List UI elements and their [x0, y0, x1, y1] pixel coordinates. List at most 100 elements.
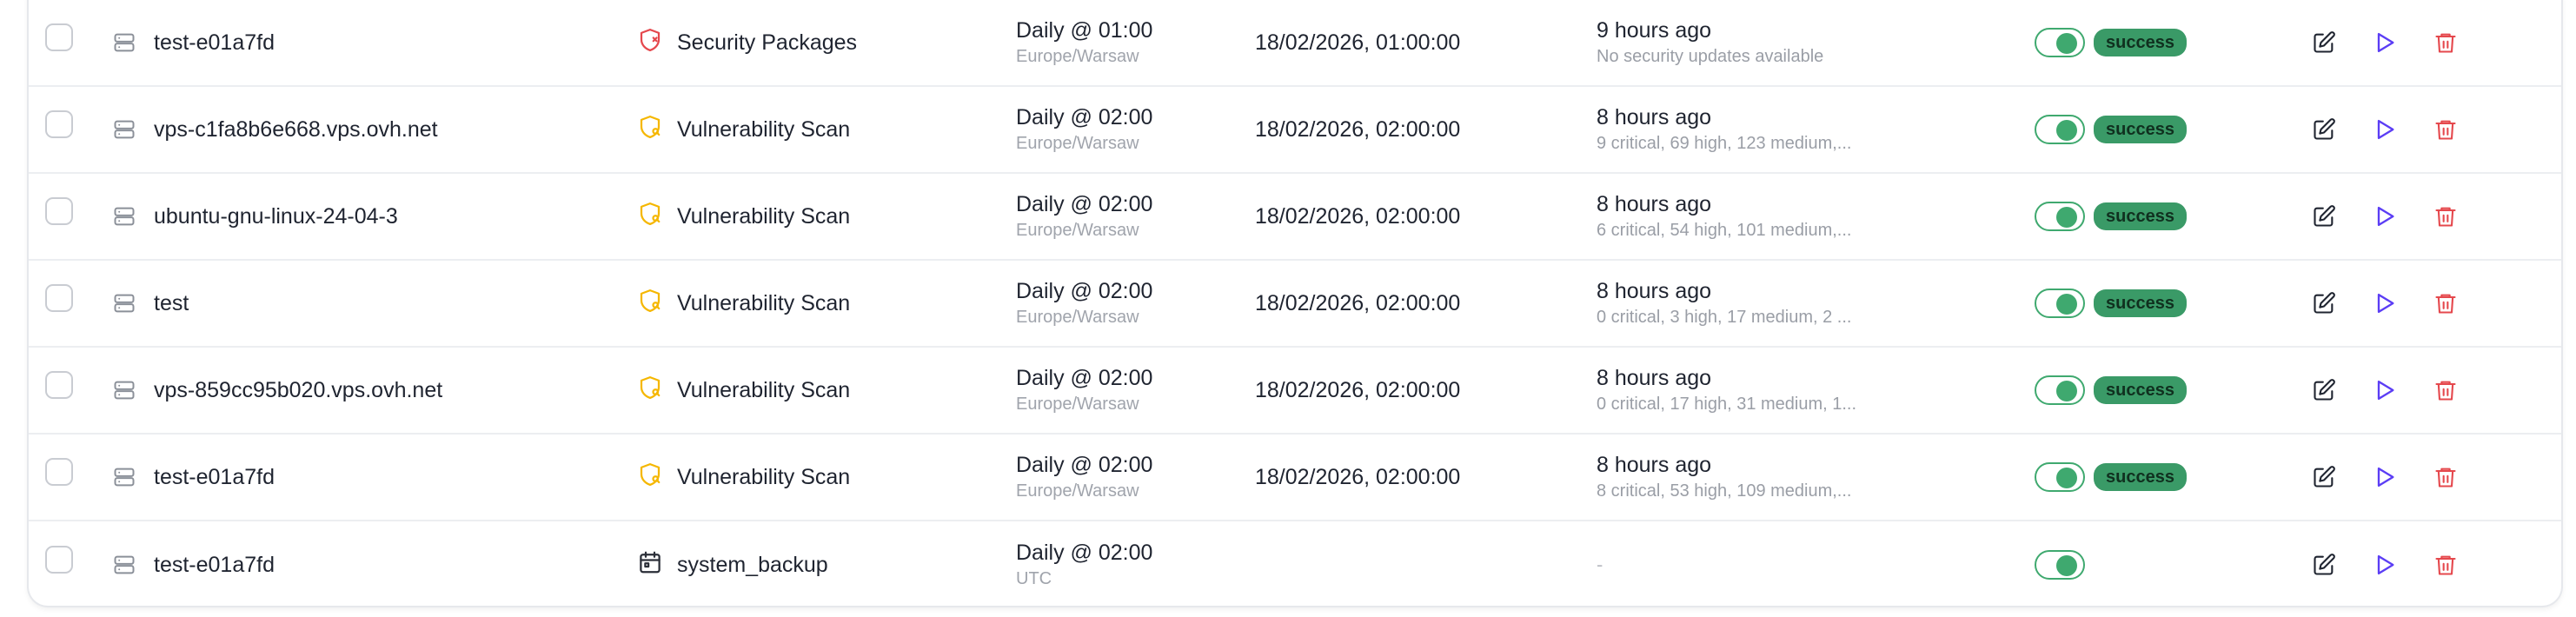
host-name: test-e01a7fd	[154, 464, 275, 489]
toggle-knob	[2056, 468, 2077, 488]
table-row: test Vulnerability Scan Daily @ 02:00 Eu…	[29, 261, 2561, 348]
last-run-detail: 0 critical, 3 high, 17 medium, 2 ...	[1597, 308, 1852, 327]
status-badge: success	[2094, 202, 2187, 230]
server-icon	[114, 33, 135, 52]
edit-icon	[2314, 118, 2335, 140]
status-badge: success	[2094, 29, 2187, 56]
schedule-timezone: Europe/Warsaw	[1016, 221, 1139, 240]
run-button[interactable]	[2370, 289, 2400, 318]
delete-button[interactable]	[2431, 28, 2460, 57]
trash-icon	[2435, 381, 2456, 401]
run-button[interactable]	[2370, 550, 2400, 580]
edit-icon	[2314, 31, 2335, 53]
last-run: 9 hours ago	[1597, 18, 1712, 43]
next-run: 18/02/2026, 02:00:00	[1255, 377, 1461, 402]
row-checkbox[interactable]	[45, 110, 73, 138]
host-name: vps-c1fa8b6e668.vps.ovh.net	[154, 116, 438, 142]
toggle-knob	[2056, 33, 2077, 54]
shield-alert-icon	[637, 27, 677, 59]
schedule-text: Daily @ 01:00	[1016, 18, 1153, 43]
play-icon	[2377, 293, 2394, 314]
enabled-toggle[interactable]	[2035, 550, 2085, 580]
next-run: 18/02/2026, 02:00:00	[1255, 116, 1461, 142]
host-name: ubuntu-gnu-linux-24-04-3	[154, 203, 398, 229]
edit-button[interactable]	[2309, 28, 2339, 57]
delete-button[interactable]	[2431, 550, 2460, 580]
delete-button[interactable]	[2431, 202, 2460, 231]
task-name: Security Packages	[677, 30, 858, 55]
last-run: 8 hours ago	[1597, 366, 1712, 390]
next-run: 18/02/2026, 01:00:00	[1255, 30, 1461, 55]
delete-button[interactable]	[2431, 375, 2460, 405]
run-button[interactable]	[2370, 28, 2400, 57]
last-run-detail: 6 critical, 54 high, 101 medium,...	[1597, 221, 1852, 240]
delete-button[interactable]	[2431, 462, 2460, 492]
server-icon	[114, 207, 135, 226]
shield-scan-icon	[637, 201, 677, 233]
edit-button[interactable]	[2309, 202, 2339, 231]
schedule-timezone: Europe/Warsaw	[1016, 395, 1139, 414]
trash-icon	[2435, 207, 2456, 227]
server-icon	[114, 468, 135, 487]
toggle-knob	[2056, 381, 2077, 401]
run-button[interactable]	[2370, 115, 2400, 144]
edit-button[interactable]	[2309, 462, 2339, 492]
row-checkbox[interactable]	[45, 197, 73, 225]
trash-icon	[2435, 555, 2456, 575]
edit-button[interactable]	[2309, 289, 2339, 318]
toggle-knob	[2056, 120, 2077, 141]
edit-button[interactable]	[2309, 550, 2339, 580]
schedule-timezone: Europe/Warsaw	[1016, 308, 1139, 327]
server-icon	[114, 381, 135, 400]
last-run: 8 hours ago	[1597, 105, 1712, 129]
table-row: ubuntu-gnu-linux-24-04-3 Vulnerability S…	[29, 174, 2561, 261]
row-checkbox[interactable]	[45, 284, 73, 312]
play-icon	[2377, 554, 2394, 575]
edit-button[interactable]	[2309, 115, 2339, 144]
row-checkbox[interactable]	[45, 23, 73, 51]
enabled-toggle[interactable]	[2035, 28, 2085, 57]
shield-scan-icon	[637, 461, 677, 494]
table-row: test-e01a7fd Security Packages Daily @ 0…	[29, 0, 2561, 87]
schedule-timezone: Europe/Warsaw	[1016, 47, 1139, 66]
schedule-timezone: Europe/Warsaw	[1016, 134, 1139, 153]
schedule-timezone: Europe/Warsaw	[1016, 481, 1139, 501]
row-checkbox[interactable]	[45, 546, 73, 574]
delete-button[interactable]	[2431, 289, 2460, 318]
host-name: vps-859cc95b020.vps.ovh.net	[154, 377, 443, 402]
task-name: Vulnerability Scan	[677, 377, 851, 402]
status-badge: success	[2094, 116, 2187, 143]
last-run-detail: 0 critical, 17 high, 31 medium, 1...	[1597, 395, 1857, 414]
enabled-toggle[interactable]	[2035, 375, 2085, 405]
last-run-detail: No security updates available	[1597, 47, 1824, 66]
enabled-toggle[interactable]	[2035, 115, 2085, 144]
enabled-toggle[interactable]	[2035, 202, 2085, 231]
schedule-text: Daily @ 02:00	[1016, 453, 1153, 477]
task-name: Vulnerability Scan	[677, 464, 851, 489]
calendar-icon	[637, 549, 677, 581]
enabled-toggle[interactable]	[2035, 462, 2085, 492]
enabled-toggle[interactable]	[2035, 289, 2085, 318]
play-icon	[2377, 119, 2394, 140]
play-icon	[2377, 32, 2394, 53]
toggle-knob	[2056, 207, 2077, 228]
row-checkbox[interactable]	[45, 458, 73, 486]
task-name: system_backup	[677, 552, 828, 577]
table-row: test-e01a7fd system_backup Daily @ 02:00…	[29, 521, 2561, 608]
run-button[interactable]	[2370, 462, 2400, 492]
play-icon	[2377, 380, 2394, 401]
run-button[interactable]	[2370, 202, 2400, 231]
status-badge: success	[2094, 289, 2187, 317]
last-run: 8 hours ago	[1597, 192, 1712, 216]
trash-icon	[2435, 120, 2456, 140]
next-run: 18/02/2026, 02:00:00	[1255, 203, 1461, 229]
task-name: Vulnerability Scan	[677, 203, 851, 229]
next-run: 18/02/2026, 02:00:00	[1255, 290, 1461, 315]
status-badge: success	[2094, 376, 2187, 404]
row-checkbox[interactable]	[45, 371, 73, 399]
run-button[interactable]	[2370, 375, 2400, 405]
last-run: -	[1597, 554, 1603, 575]
server-icon	[114, 294, 135, 313]
delete-button[interactable]	[2431, 115, 2460, 144]
edit-button[interactable]	[2309, 375, 2339, 405]
